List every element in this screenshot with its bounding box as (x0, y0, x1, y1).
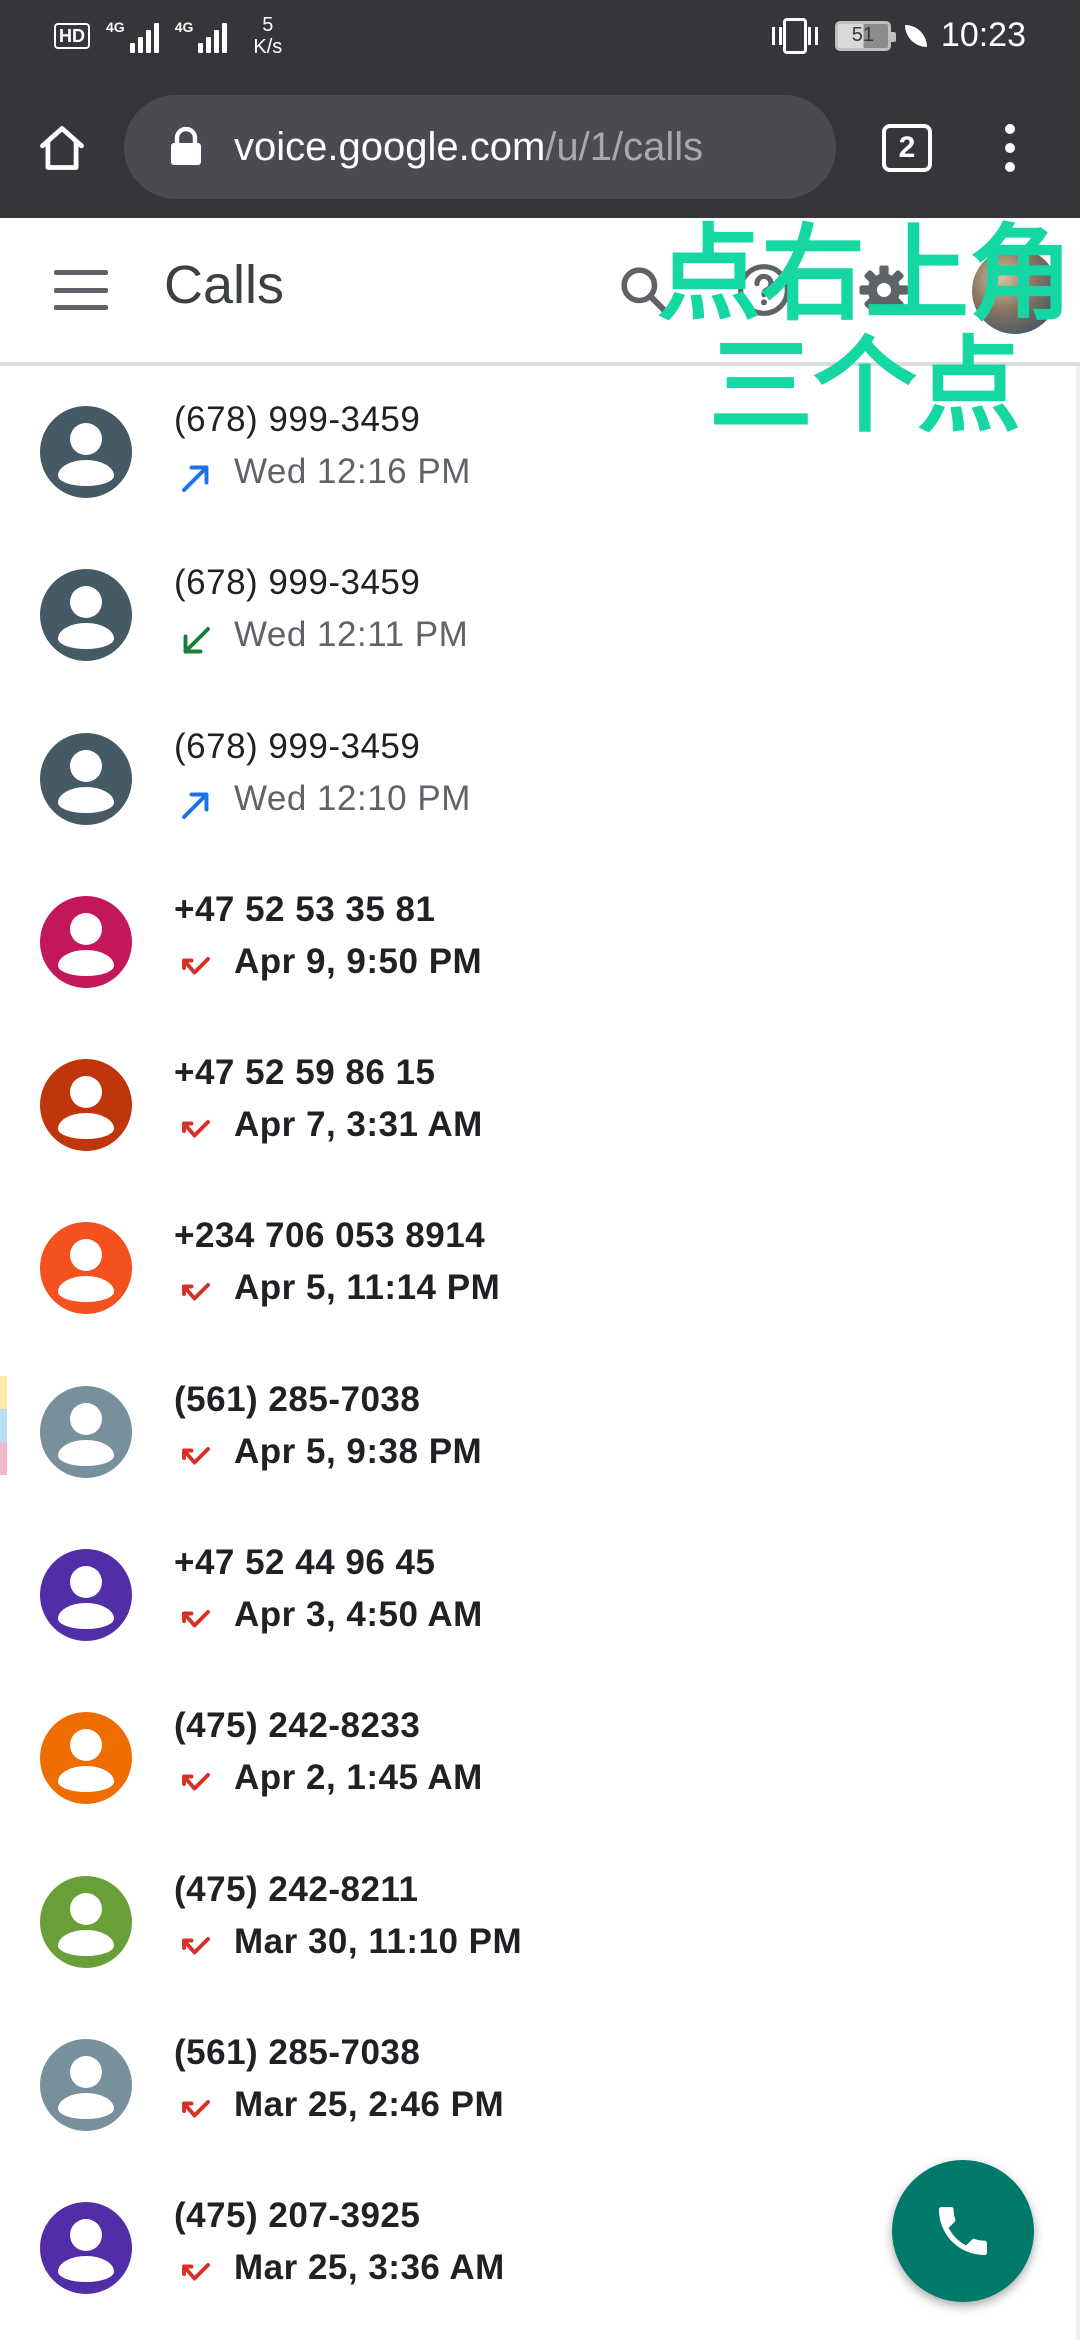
status-clock: 10:23 (940, 16, 1026, 54)
call-time: Apr 7, 3:31 AM (234, 1105, 483, 1145)
call-number: (678) 999-3459 (174, 563, 421, 603)
scrollbar-track (1076, 366, 1080, 2340)
missed-call-icon (182, 2263, 210, 2281)
tab-switcher-button[interactable]: 2 (882, 124, 932, 172)
network-speed-unit: K/s (253, 36, 283, 58)
home-icon (40, 126, 84, 170)
call-row[interactable]: (475) 242-8211 Mar 30, 11:10 PM (0, 1836, 1080, 1999)
call-list: (678) 999-3459 Wed 12:16 PM (678) 999-3459… (0, 366, 1080, 2326)
address-bar[interactable]: voice.google.com/u/1/calls (124, 95, 836, 199)
contact-avatar-icon (40, 1222, 132, 1315)
network-type-label: 4G (106, 19, 125, 35)
call-row[interactable]: (561) 285-7038 Apr 5, 9:38 PM (0, 1346, 1080, 1509)
contact-avatar-icon (40, 2038, 132, 2131)
search-icon[interactable] (616, 262, 672, 318)
tab-count: 2 (898, 131, 916, 164)
call-row[interactable]: (678) 999-3459 Wed 12:11 PM (0, 529, 1080, 692)
call-number: (475) 207-3925 (174, 2196, 421, 2236)
call-number: (678) 999-3459 (174, 726, 421, 766)
vibrate-icon (771, 17, 818, 54)
call-number: +47 52 44 96 45 (174, 1543, 436, 1583)
app-header: Calls (0, 218, 1080, 366)
call-time: Wed 12:10 PM (234, 778, 471, 818)
missed-call-icon (182, 956, 210, 975)
make-call-button[interactable] (892, 2160, 1034, 2302)
missed-call-icon (182, 1446, 210, 1465)
call-time: Apr 5, 11:14 PM (234, 1268, 501, 1308)
home-button[interactable] (30, 116, 94, 180)
call-time: Wed 12:11 PM (234, 615, 469, 655)
call-row[interactable]: (678) 999-3459 Wed 12:16 PM (0, 366, 1080, 529)
hamburger-menu-icon[interactable] (54, 270, 108, 310)
call-row[interactable]: +47 52 44 96 45 Apr 3, 4:50 AM (0, 1509, 1080, 1672)
call-time: Mar 25, 2:46 PM (234, 2084, 505, 2124)
missed-call-icon (182, 2100, 210, 2118)
call-time: Wed 12:16 PM (234, 452, 471, 491)
contact-avatar-icon (40, 1712, 132, 1805)
call-number: +47 52 53 35 81 (174, 889, 436, 929)
contact-avatar-icon (40, 732, 132, 825)
missed-call-icon (182, 1610, 210, 1628)
gear-icon[interactable] (856, 262, 912, 318)
contact-avatar-icon (40, 569, 132, 662)
call-number: (475) 242-8233 (174, 1706, 421, 1746)
page-title: Calls (164, 255, 285, 315)
call-time: Apr 3, 4:50 AM (234, 1595, 483, 1635)
call-row[interactable]: +234 706 053 8914 Apr 5, 11:14 PM (0, 1182, 1080, 1345)
call-number: (678) 999-3459 (174, 400, 421, 439)
contact-avatar-icon (40, 1059, 132, 1152)
status-bar: HD 4G 4G 5 K/s 51 10:23 (0, 0, 1080, 78)
power-saving-leaf-icon (904, 24, 927, 47)
contact-avatar-icon (40, 1875, 132, 1968)
call-number: +47 52 59 86 15 (174, 1053, 436, 1093)
call-row[interactable]: +47 52 53 35 81 Apr 9, 9:50 PM (0, 856, 1080, 1019)
network-speed-value: 5 (262, 14, 274, 36)
url-host: voice.google.com (234, 124, 546, 169)
missed-call-icon (182, 1120, 210, 1138)
contact-avatar-icon (40, 406, 132, 498)
call-time: Apr 9, 9:50 PM (234, 941, 483, 981)
call-time: Apr 2, 1:45 AM (234, 1758, 483, 1798)
outgoing-call-icon (182, 465, 209, 492)
missed-call-icon (182, 1283, 210, 1301)
edge-panel-handle[interactable] (0, 1376, 7, 1476)
contact-avatar-icon (40, 1385, 132, 1478)
url-path: /u/1/calls (545, 124, 704, 169)
call-number: (561) 285-7038 (174, 2032, 421, 2072)
call-time: Apr 5, 9:38 PM (234, 1431, 483, 1471)
call-number: (561) 285-7038 (174, 1379, 421, 1419)
more-vert-icon[interactable] (990, 118, 1030, 178)
phone-icon (939, 2207, 987, 2255)
lock-icon (171, 127, 201, 165)
account-avatar[interactable] (972, 248, 1058, 334)
call-time: Mar 25, 3:36 AM (234, 2248, 505, 2288)
outgoing-call-icon (182, 792, 209, 819)
url-text: voice.google.com/u/1/calls (234, 125, 703, 170)
call-row[interactable]: (678) 999-3459 Wed 12:10 PM (0, 693, 1080, 856)
signal-icon: 4G (175, 19, 228, 53)
battery-icon: 51 (834, 20, 896, 51)
call-time: Mar 30, 11:10 PM (234, 1921, 523, 1961)
network-type-label: 4G (174, 19, 194, 35)
missed-call-icon (182, 1936, 210, 1955)
status-left: HD 4G 4G 5 K/s (54, 14, 282, 58)
incoming-call-icon (183, 627, 210, 654)
call-number: (475) 242-8211 (174, 1869, 419, 1909)
hd-voice-badge: HD (54, 23, 90, 49)
call-row[interactable]: (561) 285-7038 Mar 25, 2:46 PM (0, 1999, 1080, 2162)
call-row[interactable]: (475) 242-8233 Apr 2, 1:45 AM (0, 1672, 1080, 1835)
contact-avatar-icon (40, 895, 132, 988)
contact-avatar-icon (40, 2202, 132, 2295)
call-row[interactable]: +47 52 59 86 15 Apr 7, 3:31 AM (0, 1019, 1080, 1182)
status-right: 51 10:23 (771, 16, 1026, 55)
network-speed: 5 K/s (253, 14, 282, 58)
battery-level: 51 (851, 24, 875, 46)
signal-icon: 4G (106, 19, 159, 53)
browser-toolbar: voice.google.com/u/1/calls 2 (0, 78, 1080, 218)
missed-call-icon (182, 1773, 210, 1791)
help-icon[interactable] (736, 262, 792, 318)
call-number: +234 706 053 8914 (174, 1216, 486, 1256)
contact-avatar-icon (40, 1549, 132, 1642)
